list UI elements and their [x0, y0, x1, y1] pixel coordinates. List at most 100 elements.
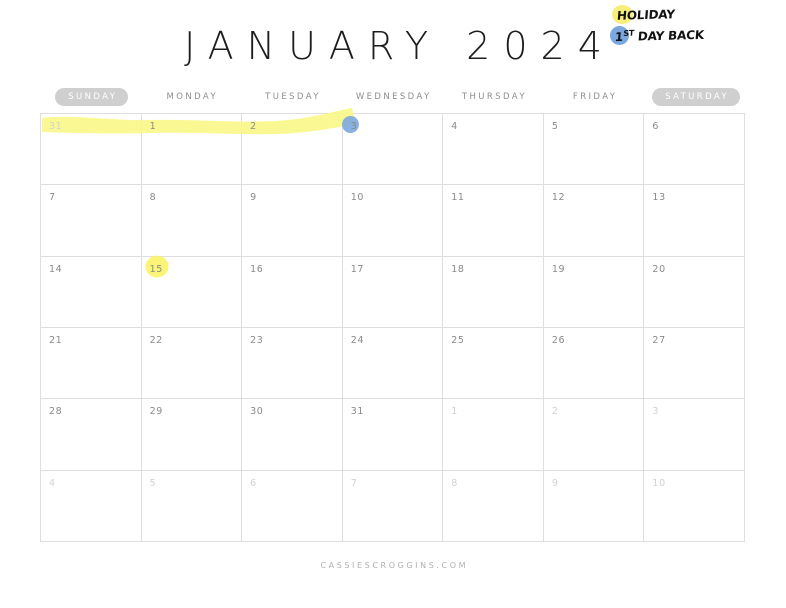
- weekday-pill-saturday: SATURDAY: [651, 88, 741, 106]
- weekday-header-wednesday: WEDNESDAY: [342, 88, 443, 106]
- legend-label-text: DAY BACK: [637, 27, 705, 44]
- day-cell[interactable]: 5: [543, 114, 645, 186]
- day-number: 23: [250, 335, 264, 346]
- weekday-header-sunday: SUNDAY: [40, 88, 141, 106]
- legend-item-first-day-back: 1ST DAY BACK: [610, 24, 704, 46]
- day-cell[interactable]: 8: [443, 470, 544, 542]
- day-cell[interactable]: 13: [644, 185, 745, 257]
- day-cell[interactable]: 30: [242, 399, 343, 471]
- day-number: 31: [350, 406, 364, 418]
- day-number: 27: [652, 335, 666, 346]
- weekday-label-monday: MONDAY: [166, 92, 219, 102]
- weekday-label-wednesday: WEDNESDAY: [355, 92, 432, 102]
- weekday-header-thursday: THURSDAY: [443, 88, 544, 106]
- day-cell[interactable]: 4: [443, 114, 544, 186]
- legend-label-holiday: HOLIDAY: [616, 7, 676, 23]
- day-number: 24: [350, 335, 364, 346]
- day-number: 1: [451, 406, 458, 418]
- day-cell[interactable]: 28: [41, 399, 142, 471]
- day-cell[interactable]: 6: [644, 114, 745, 186]
- weekday-label-thursday: THURSDAY: [461, 92, 527, 102]
- day-number: 17: [350, 263, 364, 275]
- day-number: 5: [149, 477, 157, 489]
- day-cell[interactable]: 4: [41, 470, 142, 542]
- day-cell[interactable]: 16: [242, 256, 343, 328]
- day-number: 22: [149, 335, 163, 346]
- day-number: 12: [551, 192, 566, 204]
- day-cell[interactable]: 17: [342, 256, 444, 328]
- day-number: 15: [149, 263, 163, 275]
- day-cell[interactable]: 21: [41, 328, 142, 400]
- day-cell[interactable]: 9: [543, 470, 645, 542]
- day-number: 9: [250, 192, 257, 204]
- day-cell[interactable]: 1: [141, 114, 243, 186]
- day-cell[interactable]: 18: [443, 256, 544, 328]
- day-cell[interactable]: 12: [543, 185, 645, 257]
- day-number: 8: [451, 477, 458, 489]
- day-cell[interactable]: 9: [242, 185, 343, 257]
- day-cell[interactable]: 5: [141, 470, 243, 542]
- day-cell[interactable]: 25: [443, 328, 544, 400]
- day-cell[interactable]: 2: [543, 399, 645, 471]
- day-cell[interactable]: 20: [644, 256, 745, 328]
- legend-item-holiday: HOLIDAY: [612, 4, 675, 26]
- day-cell[interactable]: 1: [443, 399, 544, 471]
- day-cell[interactable]: 31: [41, 114, 142, 186]
- day-number: 5: [551, 121, 559, 132]
- day-number: 8: [149, 192, 157, 204]
- day-cell[interactable]: 8: [141, 185, 243, 257]
- day-number: 29: [149, 406, 163, 418]
- day-number: 28: [49, 406, 63, 418]
- footer-credit: CASSIESCROGGINS.COM: [320, 561, 469, 570]
- day-number: 6: [652, 121, 660, 132]
- day-number: 11: [451, 192, 465, 204]
- day-number: 2: [551, 406, 559, 418]
- weekday-header-monday: MONDAY: [141, 88, 242, 106]
- day-cell[interactable]: 23: [242, 328, 343, 400]
- day-number: 4: [49, 477, 56, 489]
- weekday-header-row: SUNDAY MONDAY TUESDAY WEDNESDAY THURSDAY FRID…: [40, 88, 745, 106]
- day-cell[interactable]: 3: [342, 114, 444, 186]
- weekday-pill-sunday: SUNDAY: [54, 88, 129, 106]
- day-cell[interactable]: 11: [443, 185, 544, 257]
- day-cell[interactable]: 26: [543, 328, 645, 400]
- day-cell[interactable]: 2: [242, 114, 343, 186]
- legend-prefix-ordinal: ST: [622, 28, 635, 38]
- weekday-header-saturday: SATURDAY: [644, 88, 745, 106]
- day-number: 7: [350, 477, 358, 489]
- day-cell[interactable]: 3: [644, 399, 745, 471]
- day-cell[interactable]: 10: [342, 185, 444, 257]
- day-cell[interactable]: 19: [543, 256, 645, 328]
- day-number: 20: [652, 263, 666, 275]
- day-cell[interactable]: 31: [342, 399, 444, 471]
- day-number: 21: [49, 335, 63, 346]
- day-number: 7: [49, 192, 56, 204]
- day-number: 1: [149, 121, 157, 132]
- day-number: 18: [451, 263, 465, 275]
- day-cell[interactable]: 14: [41, 256, 142, 328]
- day-number: 4: [451, 121, 458, 132]
- legend-label-first-day-back: 1ST DAY BACK: [614, 26, 704, 43]
- weekday-header-tuesday: TUESDAY: [241, 88, 342, 106]
- day-number: 9: [551, 477, 559, 489]
- weekday-label-tuesday: TUESDAY: [265, 92, 321, 102]
- day-cell[interactable]: 7: [41, 185, 142, 257]
- day-cell[interactable]: 22: [141, 328, 243, 400]
- day-number: 6: [250, 477, 257, 489]
- weekday-label-friday: FRIDAY: [572, 92, 618, 102]
- day-cell[interactable]: 6: [242, 470, 343, 542]
- day-cell[interactable]: 15: [141, 256, 243, 328]
- day-number: 10: [652, 477, 666, 489]
- day-number: 26: [551, 335, 566, 346]
- day-number: 14: [49, 263, 63, 275]
- day-cell[interactable]: 10: [644, 470, 745, 542]
- day-cell[interactable]: 29: [141, 399, 243, 471]
- day-number: 31: [49, 121, 63, 132]
- weekday-header-friday: FRIDAY: [544, 88, 645, 106]
- day-cell[interactable]: 24: [342, 328, 444, 400]
- day-number: 2: [250, 121, 257, 132]
- day-number: 3: [350, 121, 358, 132]
- day-cell[interactable]: 7: [342, 470, 444, 542]
- day-cell[interactable]: 27: [644, 328, 745, 400]
- calendar-grid: 31 1 2 3 4 5 6 7 8 9 10 11 12 13 14 15 16 17 18 19 20 21 22 23 2…: [40, 113, 745, 542]
